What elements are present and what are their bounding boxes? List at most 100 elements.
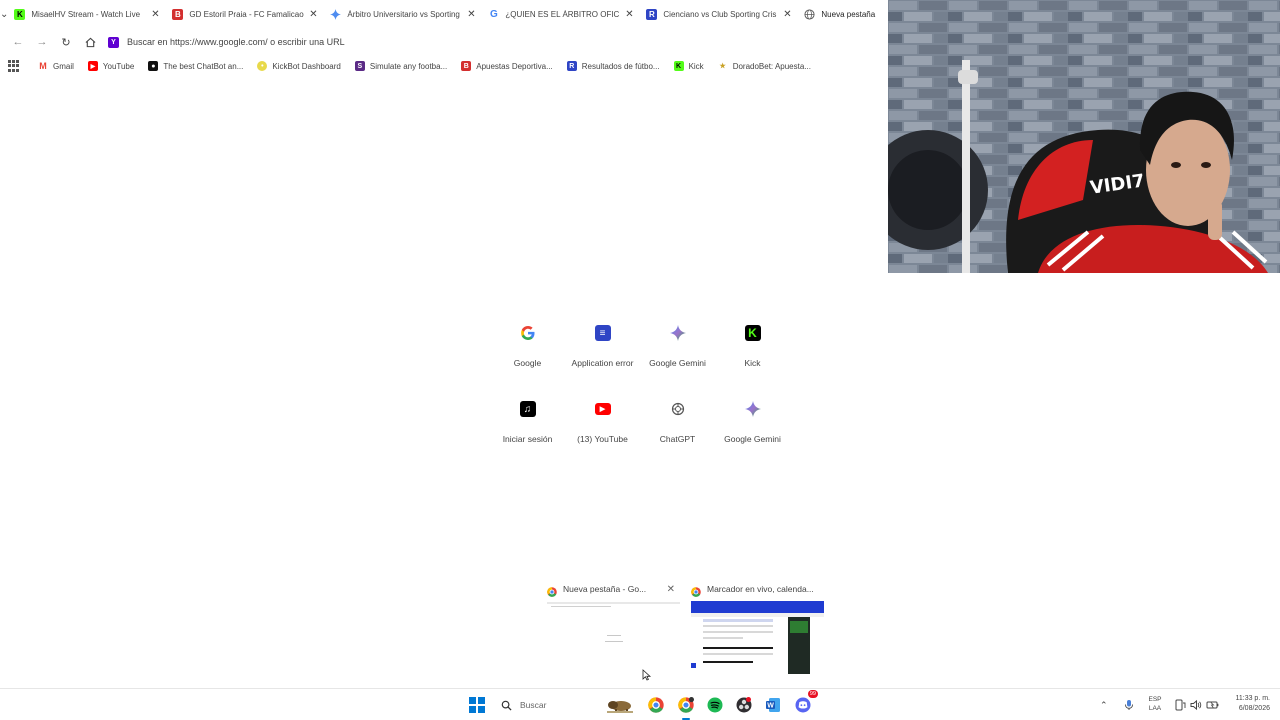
shortcut-chatgpt[interactable]: ChatGPT (640, 392, 715, 448)
close-icon[interactable]: ✕ (308, 9, 318, 20)
bookmark-apuestas-deportivas[interactable]: B Apuestas Deportiva... (461, 61, 553, 71)
battery-icon[interactable] (1206, 689, 1219, 720)
bookmark-kickbot-dashboard[interactable]: • KickBot Dashboard (257, 61, 341, 71)
simulate-icon: S (354, 61, 365, 71)
browser-toolbar: ← → ↻ Y Buscar en https://www.google.com… (0, 28, 888, 56)
volume-icon[interactable] (1190, 689, 1202, 720)
bookmark-youtube[interactable]: ▶ YouTube (87, 61, 135, 71)
mouse-cursor-icon (642, 668, 652, 681)
application-error-icon: ≡ (586, 316, 620, 350)
word-icon[interactable]: W (763, 695, 783, 715)
youtube-icon: ▶ (586, 392, 620, 426)
search-highlight-bison-icon (607, 701, 633, 713)
resultados-icon: R (646, 8, 658, 20)
bookmark-resultados-futbol[interactable]: R Resultados de fútbo... (566, 61, 660, 71)
bookmark-label: Apuestas Deportiva... (476, 61, 553, 71)
obs-icon[interactable] (734, 695, 754, 715)
keyboard-language[interactable]: ESP LAA (1145, 695, 1165, 713)
close-icon[interactable]: ✕ (624, 9, 634, 20)
shortcut-application-error[interactable]: ≡ Application error (565, 316, 640, 372)
preview-title: Marcador en vivo, calenda... (707, 584, 814, 594)
phone-link-icon[interactable] (1174, 689, 1186, 720)
show-hidden-icons-chevron-icon[interactable]: ⌃ (1100, 700, 1108, 711)
close-icon[interactable]: ✕ (466, 9, 476, 20)
tab-strip: ⌄ K MisaelHV Stream - Watch Live ✕ B GD … (0, 0, 888, 28)
webcam-overlay: VIDI7 (888, 0, 1280, 273)
tab-estoril-famalicao[interactable]: B GD Estoril Praia - FC Famalicao ✕ (166, 0, 324, 28)
shortcut-youtube[interactable]: ▶ (13) YouTube (565, 392, 640, 448)
bookmark-label: YouTube (102, 61, 135, 71)
home-icon[interactable] (78, 30, 102, 54)
apps-grid-icon[interactable] (8, 60, 20, 72)
gemini-icon (736, 392, 770, 426)
taskbar-preview-marcador-en-vivo[interactable]: Marcador en vivo, calenda... (685, 580, 825, 678)
globe-icon (804, 8, 815, 20)
preview-thumbnail (691, 601, 824, 674)
shortcut-google[interactable]: Google (490, 316, 565, 372)
taskbar-preview-nueva-pestana[interactable]: Nueva pestaña - Go... ✕ (541, 580, 681, 678)
tab-quien-es-el-arbitro[interactable]: G ¿QUIEN ES EL ÁRBITRO OFICIAL ✕ (482, 0, 640, 28)
bookmark-label: KickBot Dashboard (272, 61, 341, 71)
chrome-icon (547, 584, 557, 597)
tab-search-chevron-icon[interactable]: ⌄ (0, 0, 8, 28)
tab-title: MisaelHV Stream - Watch Live (31, 9, 141, 19)
windows-start-icon[interactable] (469, 697, 485, 713)
youtube-icon: ▶ (87, 61, 98, 71)
tab-nueva-pestana[interactable]: Nueva pestaña (798, 0, 888, 28)
google-icon (511, 316, 545, 350)
kick-icon: K (673, 61, 684, 71)
address-bar[interactable]: Y Buscar en https://www.google.com/ o es… (108, 31, 345, 53)
notification-badge: 99 (807, 690, 818, 698)
back-arrow-icon[interactable]: ← (6, 30, 30, 54)
clock-date: 6/08/2026 (1238, 705, 1270, 712)
bookmark-label: Simulate any footba... (369, 61, 448, 71)
gemini-icon (330, 8, 342, 20)
shortcut-iniciar-sesion[interactable]: ♫ Iniciar sesión (490, 392, 565, 448)
clock-time: 11:33 p. m. (1235, 695, 1270, 702)
close-icon[interactable]: ✕ (150, 9, 160, 20)
tab-arbitro-universitario[interactable]: Árbitro Universitario vs Sporting ✕ (324, 0, 482, 28)
keyboard-layout-code: LAA (1148, 705, 1162, 712)
yahoo-search-icon: Y (108, 36, 119, 48)
tab-title: Árbitro Universitario vs Sporting (347, 9, 460, 19)
bookmark-kick[interactable]: K Kick (673, 61, 704, 71)
shortcuts-grid: Google ≡ Application error Google Gemini… (490, 316, 790, 448)
tab-title: GD Estoril Praia - FC Famalicao (189, 9, 304, 19)
shortcut-label: Google (513, 358, 542, 368)
kick-icon: K (14, 8, 26, 20)
shortcut-label: Google Gemini (724, 434, 781, 444)
discord-icon[interactable]: 99 (793, 690, 818, 715)
forward-arrow-icon[interactable]: → (30, 30, 54, 54)
system-tray: ⌃ (1100, 689, 1108, 720)
desktop: ⌄ K MisaelHV Stream - Watch Live ✕ B GD … (0, 0, 1280, 720)
chrome-profile-icon[interactable] (676, 695, 696, 720)
bookmark-simulate-football[interactable]: S Simulate any footba... (354, 61, 448, 71)
preview-title: Nueva pestaña - Go... (563, 584, 647, 594)
shortcut-label: Google Gemini (649, 358, 706, 368)
bookmark-chatbot[interactable]: ● The best ChatBot an... (148, 61, 243, 71)
gemini-icon (661, 316, 695, 350)
shortcut-label: ChatGPT (659, 434, 696, 444)
shortcut-kick[interactable]: K Kick (715, 316, 790, 372)
close-icon[interactable]: ✕ (782, 9, 792, 20)
bookmark-label: DoradoBet: Apuesta... (732, 61, 811, 71)
close-icon[interactable]: ✕ (667, 584, 675, 595)
spotify-icon[interactable] (705, 695, 725, 715)
reload-icon[interactable]: ↻ (54, 30, 78, 54)
address-bar-text: Buscar en https://www.google.com/ o escr… (127, 37, 345, 47)
chatgpt-icon (661, 392, 695, 426)
preview-thumbnail (547, 601, 680, 674)
taskbar-search-box[interactable]: Buscar (495, 694, 635, 716)
shortcut-label: Application error (571, 358, 634, 368)
microphone-icon[interactable] (1124, 689, 1134, 720)
shortcut-google-gemini[interactable]: Google Gemini (640, 316, 715, 372)
bookmark-gmail[interactable]: M Gmail (38, 61, 74, 71)
svg-text:W: W (767, 703, 774, 710)
chrome-icon[interactable] (646, 695, 666, 715)
tab-cienciano-sporting-cristal[interactable]: R Cienciano vs Club Sporting Cris ✕ (640, 0, 798, 28)
shortcut-google-gemini-2[interactable]: Google Gemini (715, 392, 790, 448)
tab-misaelhv-stream[interactable]: K MisaelHV Stream - Watch Live ✕ (8, 0, 166, 28)
google-icon: G (490, 8, 498, 20)
bookmark-doradobet[interactable]: ★ DoradoBet: Apuesta... (717, 61, 811, 71)
clock[interactable]: 11:33 p. m. 6/08/2026 (1222, 694, 1270, 714)
